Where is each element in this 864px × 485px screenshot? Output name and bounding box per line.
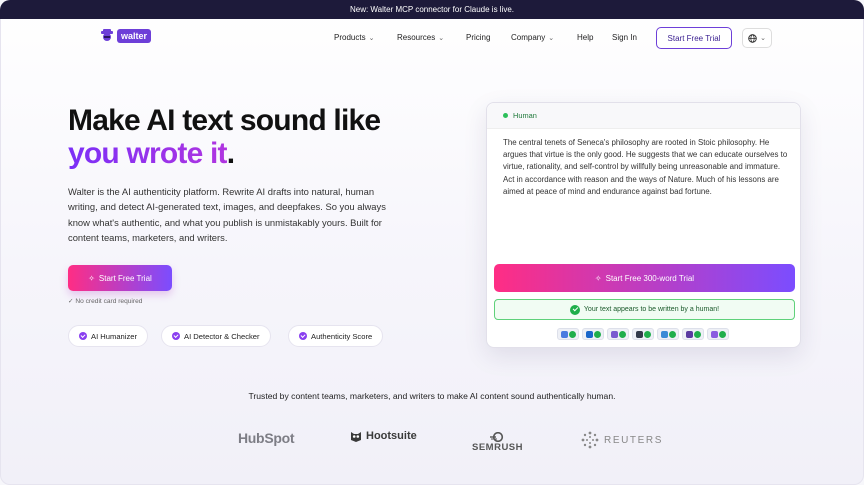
hero-headline-highlight: you wrote it [68, 137, 228, 170]
check-icon [668, 330, 676, 338]
hero-headline-period: . [226, 137, 235, 170]
detector-badge [707, 328, 729, 340]
nav-cta-label: Start Free Trial [667, 33, 721, 43]
walter-mascot-icon [101, 29, 113, 41]
detector-badge [557, 328, 579, 340]
owl-icon [351, 432, 361, 442]
hootsuite-wordmark: Hootsuite [366, 430, 417, 442]
semrush-flame-icon [489, 432, 503, 442]
verdict-banner: Your text appears to be written by a hum… [494, 299, 795, 320]
hero-cta-label: Start Free Trial [98, 273, 152, 283]
chevron-down-icon: ⌄ [760, 35, 766, 42]
note-text: No credit card required [75, 298, 143, 305]
nav-sign-in[interactable]: Sign In [612, 33, 637, 42]
announcement-banner[interactable]: New: Walter MCP connector for Claude is … [0, 0, 864, 19]
hero-start-trial-button[interactable]: ✧ Start Free Trial [68, 265, 172, 291]
nav-resources-label: Resources [397, 33, 436, 42]
feature-pill-authenticity-score[interactable]: Authenticity Score [288, 325, 384, 347]
announcement-text[interactable]: New: Walter MCP connector for Claude is … [350, 5, 514, 14]
nav-products[interactable]: Products ⌄ [334, 33, 374, 42]
nav-company[interactable]: Company ⌄ [511, 33, 554, 42]
top-nav: walter Products ⌄ Resources ⌄ Pricing Co… [0, 19, 864, 57]
demo-start-trial-button[interactable]: ✧ Start Free 300-word Trial [494, 264, 795, 292]
chevron-down-icon: ⌄ [438, 34, 445, 42]
nav-sign-in-label: Sign In [612, 33, 637, 42]
hubspot-logo: HubSpot [238, 430, 295, 446]
check-icon [693, 330, 701, 338]
detector-2-icon [585, 330, 593, 338]
nav-start-trial-button[interactable]: Start Free Trial [656, 27, 732, 49]
detector-badge [582, 328, 604, 340]
pill-label: AI Detector & Checker [184, 331, 260, 341]
semrush-logo: SEMRUSH [472, 432, 523, 453]
check-badge-icon [172, 332, 180, 340]
nav-resources[interactable]: Resources ⌄ [397, 33, 444, 42]
check-badge-icon [79, 332, 87, 340]
sparkle-icon: ✧ [88, 273, 95, 283]
page-frame: New: Walter MCP connector for Claude is … [0, 0, 864, 485]
check-icon [593, 330, 601, 338]
demo-card-status: Human [487, 103, 800, 129]
demo-card-text[interactable]: The central tenets of Seneca's philosoph… [503, 137, 788, 198]
hero-headline-line2: you wrote it. [68, 137, 235, 170]
chevron-down-icon: ⌄ [368, 34, 375, 42]
detector-3-icon [610, 330, 618, 338]
pill-label: Authenticity Score [311, 331, 373, 341]
verdict-text: Your text appears to be written by a hum… [583, 306, 720, 313]
check-icon [618, 330, 626, 338]
detector-badge [632, 328, 654, 340]
reuters-logo: REUTERS [580, 430, 663, 450]
check-icon [568, 330, 576, 338]
detector-4-icon [635, 330, 643, 338]
check-icon [718, 330, 726, 338]
detector-badge [607, 328, 629, 340]
demo-card: Human The central tenets of Seneca's phi… [486, 102, 801, 348]
detector-1-icon [560, 330, 568, 338]
check-circle-icon [569, 304, 580, 315]
detector-badges [557, 328, 729, 340]
hero-headline-line1: Make AI text sound like [68, 104, 381, 137]
detector-badge [682, 328, 704, 340]
nav-company-label: Company [511, 33, 546, 42]
language-selector[interactable]: ⌄ [742, 28, 772, 48]
no-credit-card-note: ✓ No credit card required [68, 297, 142, 305]
check-icon [643, 330, 651, 338]
feature-pill-humanizer[interactable]: AI Humanizer [68, 325, 149, 347]
status-label: Human [513, 111, 537, 120]
trust-statement: Trusted by content teams, marketers, and… [248, 391, 616, 401]
reuters-dots-icon [581, 431, 599, 449]
detector-6-icon [685, 330, 693, 338]
nav-pricing-label: Pricing [466, 33, 491, 42]
sparkle-icon: ✧ [594, 273, 602, 283]
nav-products-label: Products [334, 33, 366, 42]
detector-5-icon [660, 330, 668, 338]
hootsuite-logo: Hootsuite [350, 430, 417, 442]
nav-pricing[interactable]: Pricing [466, 33, 490, 42]
feature-pill-detector[interactable]: AI Detector & Checker [161, 325, 271, 347]
check-badge-icon [299, 332, 307, 340]
detector-badge [657, 328, 679, 340]
hubspot-wordmark: HubSpot [238, 430, 295, 446]
semrush-wordmark: SEMRUSH [472, 442, 524, 453]
demo-cta-label: Start Free 300-word Trial [605, 273, 695, 283]
pill-label: AI Humanizer [91, 331, 138, 341]
detector-7-icon [710, 330, 718, 338]
brand-logo[interactable]: walter [100, 29, 152, 43]
chevron-down-icon: ⌄ [548, 34, 555, 42]
reuters-wordmark: REUTERS [604, 434, 663, 446]
brand-name: walter [117, 29, 152, 43]
hero-lead-paragraph: Walter is the AI authenticity platform. … [68, 186, 386, 243]
nav-help-label: Help [577, 33, 594, 42]
status-dot-icon [503, 113, 508, 118]
globe-icon [748, 33, 757, 43]
nav-help[interactable]: Help [577, 33, 593, 42]
